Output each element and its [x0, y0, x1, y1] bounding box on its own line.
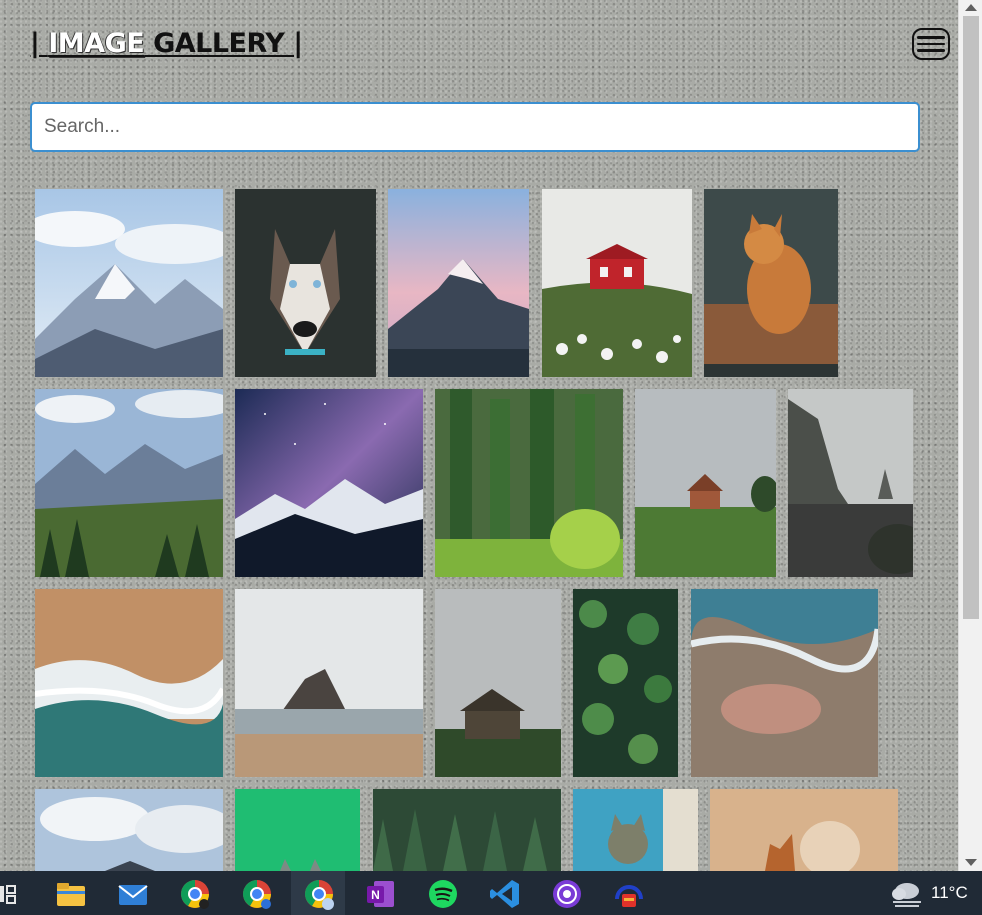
scroll-down-icon[interactable] [965, 859, 977, 866]
gallery-image[interactable] [788, 389, 913, 577]
gallery-image[interactable] [35, 189, 223, 377]
temperature-label: 11°C [931, 883, 968, 902]
gallery-image[interactable] [388, 189, 529, 377]
onenote-icon[interactable]: N [364, 877, 398, 911]
gallery-image[interactable] [35, 589, 223, 777]
gallery-image[interactable] [573, 589, 678, 777]
gallery-image[interactable] [635, 389, 776, 577]
task-view-icon[interactable] [0, 877, 28, 911]
file-explorer-icon[interactable] [54, 877, 88, 911]
taskbar: N 11°C [0, 871, 982, 915]
title-accent: IMAGE [48, 28, 145, 59]
scroll-thumb[interactable] [963, 16, 979, 619]
gallery-image[interactable] [235, 189, 376, 377]
svg-text:N: N [371, 888, 380, 902]
gallery-image[interactable] [435, 589, 561, 777]
vscode-icon[interactable] [488, 877, 522, 911]
audio-app-icon[interactable] [612, 877, 646, 911]
title-rest: GALLERY | [144, 28, 303, 59]
title-prefix: | [30, 28, 49, 59]
gallery-image[interactable] [691, 589, 878, 777]
cloud-weather-icon [892, 883, 921, 907]
gallery-image[interactable] [35, 789, 223, 871]
gallery-image[interactable] [573, 789, 698, 871]
header: | IMAGE GALLERY | [30, 28, 950, 68]
podcast-icon[interactable] [550, 877, 584, 911]
gallery-image[interactable] [235, 389, 423, 577]
gallery-image[interactable] [435, 389, 623, 577]
search-input[interactable] [30, 102, 920, 152]
spotify-icon[interactable] [426, 877, 460, 911]
gallery-image[interactable] [35, 389, 223, 577]
gallery-image[interactable] [235, 789, 360, 871]
hamburger-menu-icon[interactable] [912, 28, 950, 60]
menu-bar [917, 42, 945, 46]
page-viewport: | IMAGE GALLERY | [0, 0, 958, 871]
gallery-image[interactable] [373, 789, 561, 871]
menu-bar [917, 49, 945, 52]
gallery-image[interactable] [542, 189, 692, 377]
menu-bar [917, 36, 945, 39]
scroll-up-icon[interactable] [965, 4, 977, 11]
chrome-profile-p-icon[interactable] [240, 877, 274, 911]
gallery-image[interactable] [704, 189, 838, 377]
chrome-icon[interactable] [178, 877, 212, 911]
chrome-profile-user-icon[interactable] [302, 877, 336, 911]
gallery-image[interactable] [710, 789, 898, 871]
page-title: | IMAGE GALLERY | [30, 28, 303, 59]
vertical-scrollbar[interactable] [958, 0, 982, 871]
gallery-image[interactable] [235, 589, 423, 777]
mail-icon[interactable] [116, 877, 150, 911]
